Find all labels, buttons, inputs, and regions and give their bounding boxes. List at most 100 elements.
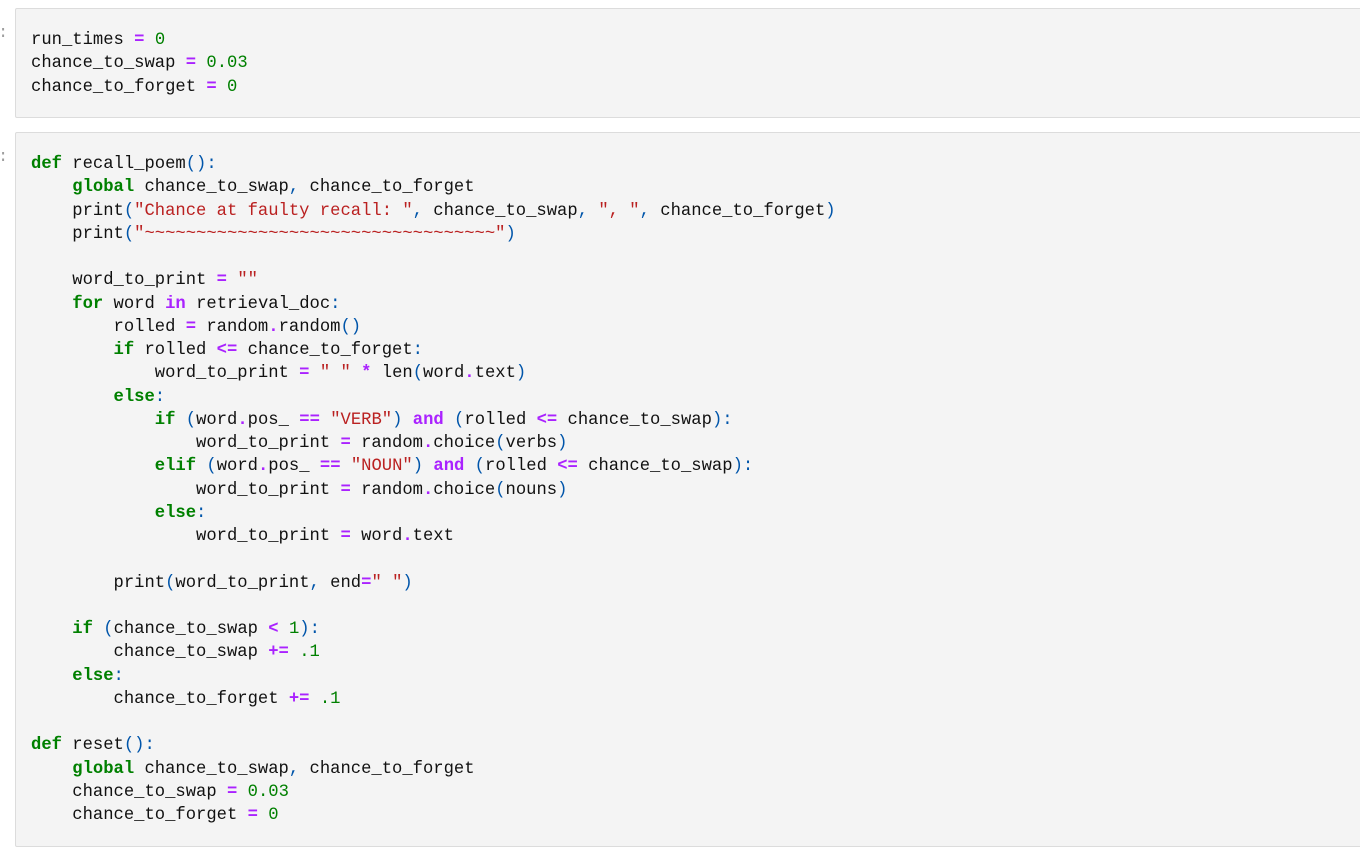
number-token: 0 — [154, 31, 166, 50]
code-text: word_to_print — [175, 573, 310, 593]
code-text: chance_to_swap — [31, 643, 269, 663]
punctuation-token: , — [412, 201, 423, 221]
code-text: chance_to_swap — [134, 759, 289, 779]
keyword-token: def — [31, 155, 62, 174]
operator-token: <= — [536, 410, 558, 430]
code-line: else: — [31, 665, 836, 688]
punctuation-token: ) — [412, 457, 424, 477]
code-line: chance_to_forget = 0 — [31, 76, 248, 99]
code-line: elif (word.pos_ == "NOUN") and (rolled <… — [31, 455, 836, 478]
code-cell-1[interactable]: run_times = 0 chance_to_swap = 0.03 chance… — [15, 8, 1360, 118]
punctuation-token: ( — [123, 224, 135, 244]
code-line: print("Chance at faulty recall: ", chanc… — [31, 200, 836, 223]
punctuation-token: ( — [103, 620, 114, 639]
code-line: word_to_print = word.text — [31, 525, 836, 548]
code-text: run_times — [31, 31, 135, 50]
punctuation-token: : — [113, 666, 124, 686]
punctuation-token: ): — [299, 620, 320, 639]
code-text: chance_to_swap — [31, 782, 227, 802]
punctuation-token: () — [340, 317, 362, 337]
keyword-token: global — [72, 178, 135, 198]
code-text: text — [412, 527, 454, 546]
keyword-token: def — [31, 736, 62, 756]
operator-token: and — [433, 457, 465, 477]
code-text: word_to_print — [31, 271, 217, 291]
operator-token: . — [464, 364, 475, 384]
code-text: rolled — [485, 457, 558, 477]
code-text: word_to_print — [31, 364, 300, 384]
code-line: print("~~~~~~~~~~~~~~~~~~~~~~~~~~~~~~~~~… — [31, 223, 836, 246]
code-line: chance_to_swap = 0.03 — [31, 52, 248, 75]
punctuation-token: (): — [185, 155, 217, 174]
code-editor-1[interactable]: run_times = 0 chance_to_swap = 0.03 chance… — [31, 29, 248, 99]
code-text: chance_to_swap — [422, 201, 578, 221]
code-text: nouns — [505, 480, 558, 500]
code-text: word — [423, 364, 465, 384]
keyword-token: global — [72, 759, 135, 779]
code-text: print — [31, 201, 124, 221]
operator-token: == — [299, 410, 320, 430]
code-line: word_to_print = "" — [31, 269, 836, 292]
punctuation-token: ) — [825, 201, 836, 221]
operator-token: . — [257, 457, 269, 477]
operator-token: = — [206, 77, 217, 97]
punctuation-token: ) — [402, 573, 413, 593]
number-token: 0.03 — [206, 54, 248, 74]
operator-token: = — [340, 527, 351, 546]
punctuation-token: ( — [185, 410, 197, 430]
code-text: chance_to_forget — [237, 341, 413, 360]
code-line: run_times = 0 — [31, 29, 248, 52]
code-text: retrieval_doc — [185, 294, 331, 314]
number-token: 1 — [288, 620, 300, 639]
code-text: random — [350, 480, 423, 500]
keyword-token: else — [154, 503, 197, 523]
number-token: 0.03 — [247, 782, 289, 802]
code-text: print — [31, 573, 166, 593]
keyword-token: if — [72, 620, 93, 639]
code-text: choice — [433, 434, 496, 453]
punctuation-token: : — [196, 503, 207, 523]
operator-token: . — [237, 410, 248, 430]
operator-token: = — [340, 434, 351, 453]
code-line: def reset(): — [31, 734, 836, 757]
code-text: rolled — [464, 410, 537, 430]
code-text: word_to_print — [31, 480, 341, 500]
code-text: len — [371, 364, 413, 384]
code-editor-2[interactable]: def recall_poem(): global chance_to_swap… — [31, 153, 836, 827]
code-text: pos_ — [247, 410, 300, 430]
code-text: random — [196, 317, 269, 337]
code-line: global chance_to_swap, chance_to_forget — [31, 176, 836, 199]
string-token: "VERB" — [330, 410, 393, 430]
code-cell-2[interactable]: def recall_poem(): global chance_to_swap… — [15, 132, 1360, 847]
punctuation-token: ( — [495, 480, 506, 500]
code-text: chance_to_swap — [557, 410, 712, 430]
code-line: chance_to_forget += .1 — [31, 688, 836, 711]
punctuation-token: : — [154, 387, 166, 407]
operator-token: in — [165, 294, 186, 314]
code-text: word_to_print — [31, 527, 341, 546]
code-text: chance_to_swap — [134, 178, 289, 198]
string-token: "" — [237, 271, 258, 291]
punctuation-token: ) — [515, 364, 527, 384]
code-text: verbs — [505, 434, 558, 453]
code-text: choice — [433, 480, 496, 500]
operator-token: * — [361, 364, 372, 384]
code-line: chance_to_forget = 0 — [31, 804, 836, 827]
punctuation-token: , — [288, 759, 300, 779]
operator-token: <= — [557, 457, 578, 477]
